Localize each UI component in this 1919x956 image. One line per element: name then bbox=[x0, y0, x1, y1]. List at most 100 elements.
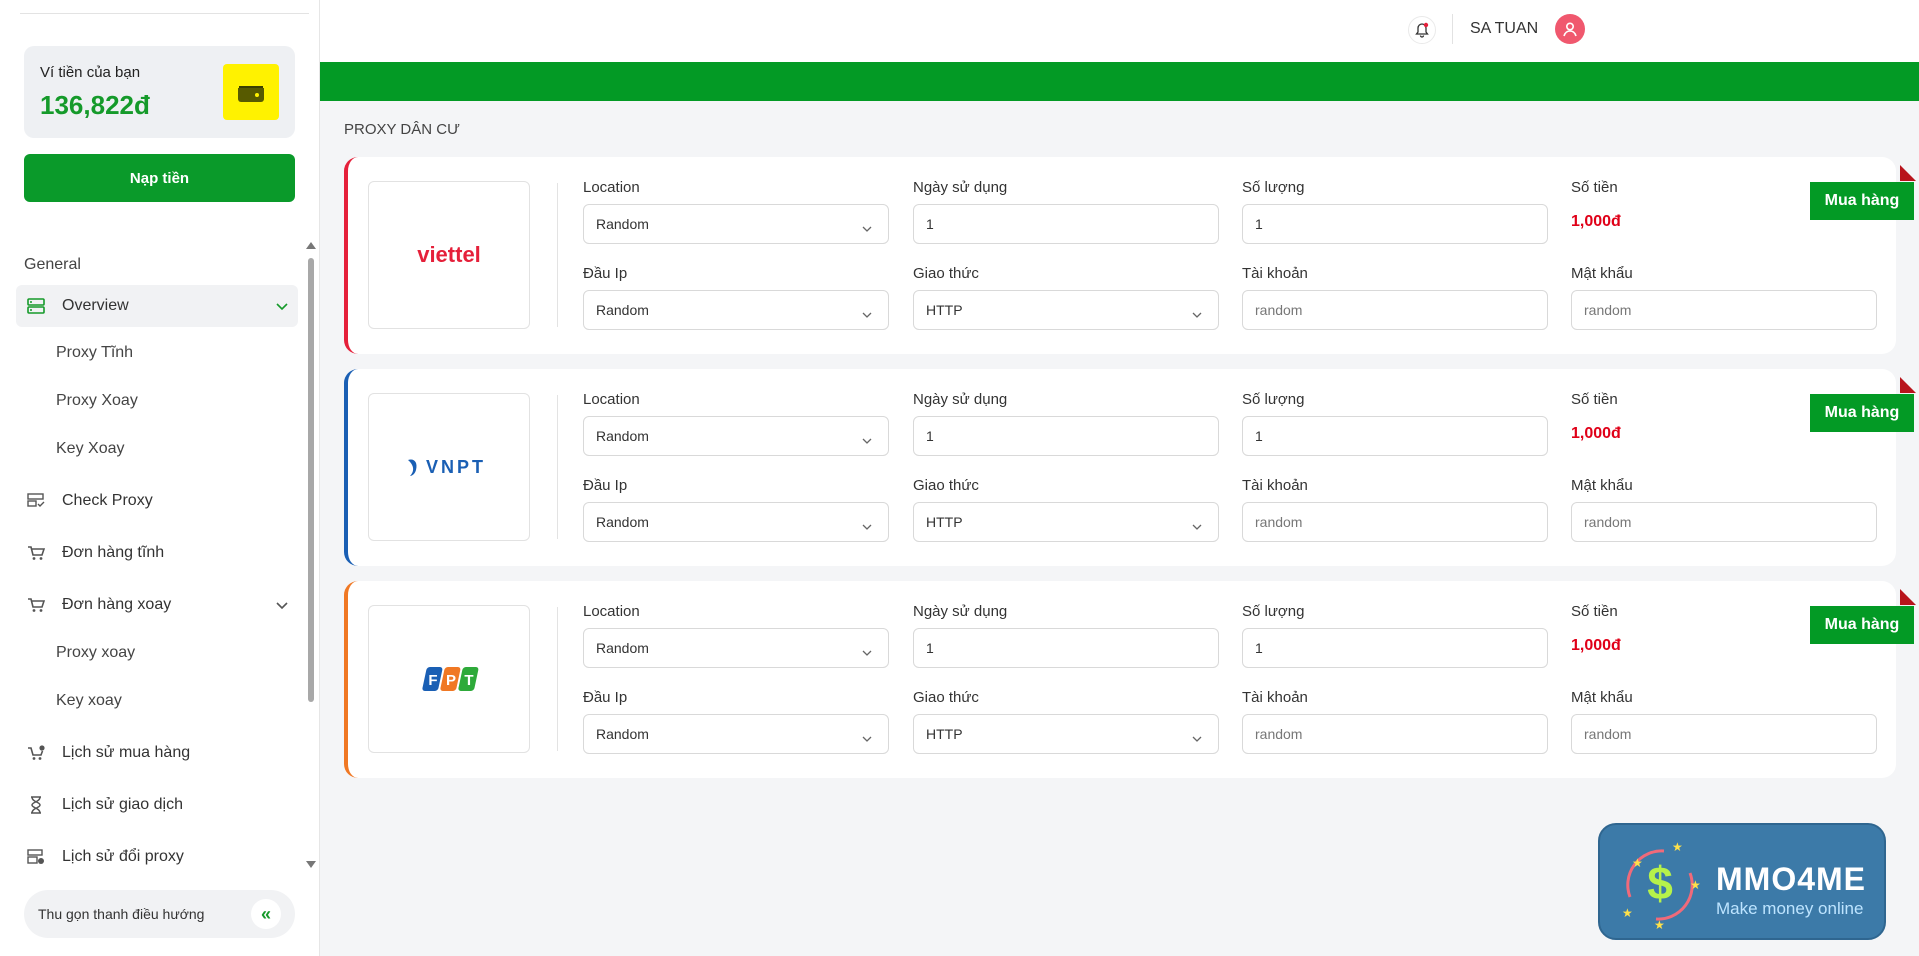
scroll-up-arrow-icon[interactable] bbox=[306, 242, 316, 249]
chevron-down-icon bbox=[862, 517, 872, 533]
protocol-select[interactable]: HTTP bbox=[913, 290, 1219, 330]
svg-text:★: ★ bbox=[1632, 856, 1643, 870]
protocol-value: HTTP bbox=[926, 726, 963, 742]
buy-button[interactable]: Mua hàng bbox=[1810, 606, 1914, 644]
page-title: PROXY DÂN CƯ bbox=[344, 121, 460, 138]
location-label: Location bbox=[583, 391, 640, 408]
svg-text:VNPT: VNPT bbox=[426, 457, 486, 477]
notification-bell-icon[interactable] bbox=[1408, 16, 1436, 44]
user-avatar-icon[interactable] bbox=[1555, 14, 1585, 44]
username[interactable]: SA TUAN bbox=[1470, 20, 1538, 38]
sidebar-item-label: Lịch sử mua hàng bbox=[62, 744, 191, 761]
protocol-select[interactable]: HTTP bbox=[913, 502, 1219, 542]
buy-button[interactable]: Mua hàng bbox=[1810, 182, 1914, 220]
location-select[interactable]: Random bbox=[583, 416, 889, 456]
product-card-vnpt: VNPT Location Random Ngày sử dụng 1 Số l… bbox=[344, 369, 1916, 566]
ip-prefix-label: Đầu Ip bbox=[583, 265, 628, 282]
divider bbox=[557, 183, 558, 327]
svg-text:★: ★ bbox=[1654, 918, 1665, 932]
sidebar-item-static-orders[interactable]: Đơn hàng tĩnh bbox=[16, 532, 298, 574]
protocol-select[interactable]: HTTP bbox=[913, 714, 1219, 754]
password-input[interactable]: random bbox=[1571, 290, 1877, 330]
password-label: Mật khẩu bbox=[1571, 477, 1633, 494]
sidebar-subitem-key-xoay[interactable]: Key Xoay bbox=[56, 434, 124, 464]
sidebar-subitem-proxy-xoay[interactable]: Proxy Xoay bbox=[56, 386, 138, 416]
account-input[interactable]: random bbox=[1242, 714, 1548, 754]
sidebar-item-label: Đơn hàng xoay bbox=[62, 596, 172, 613]
header-divider bbox=[1452, 14, 1453, 44]
ip-prefix-value: Random bbox=[596, 302, 649, 318]
collapse-sidebar-bar[interactable]: Thu gọn thanh điều hướng « bbox=[24, 890, 295, 938]
days-input[interactable]: 1 bbox=[913, 416, 1219, 456]
price-label: Số tiền bbox=[1571, 391, 1618, 408]
account-input[interactable]: random bbox=[1242, 502, 1548, 542]
product-card-viettel: viettel Location Random Ngày sử dụng 1 S… bbox=[344, 157, 1916, 354]
protocol-label: Giao thức bbox=[913, 477, 979, 494]
divider bbox=[557, 395, 558, 539]
sidebar-item-rotating-orders[interactable]: Đơn hàng xoay bbox=[16, 584, 298, 626]
product-card-fpt: F P T Location Random Ngày sử dụng 1 Số … bbox=[344, 581, 1916, 778]
sidebar-item-label: Lịch sử đổi proxy bbox=[62, 848, 184, 865]
topup-button[interactable]: Nạp tiền bbox=[24, 154, 295, 202]
price-label: Số tiền bbox=[1571, 179, 1618, 196]
price-value: 1,000đ bbox=[1571, 213, 1621, 230]
sidebar-item-transaction-history[interactable]: Lịch sử giao dịch bbox=[16, 784, 298, 826]
account-input[interactable]: random bbox=[1242, 290, 1548, 330]
days-input[interactable]: 1 bbox=[913, 628, 1219, 668]
sidebar-item-proxy-change-history[interactable]: Lịch sử đổi proxy bbox=[16, 836, 298, 870]
buy-button[interactable]: Mua hàng bbox=[1810, 394, 1914, 432]
quantity-input[interactable]: 1 bbox=[1242, 204, 1548, 244]
sidebar-subitem-proxy-tinh[interactable]: Proxy Tĩnh bbox=[56, 338, 133, 368]
ribbon-corner bbox=[1900, 589, 1916, 605]
location-label: Location bbox=[583, 603, 640, 620]
sidebar-item-check-proxy[interactable]: Check Proxy bbox=[16, 480, 298, 522]
price-value: 1,000đ bbox=[1571, 425, 1621, 442]
sidebar-item-overview[interactable]: Overview bbox=[16, 285, 298, 327]
quantity-input[interactable]: 1 bbox=[1242, 416, 1548, 456]
location-select[interactable]: Random bbox=[583, 204, 889, 244]
double-chevron-left-icon[interactable]: « bbox=[251, 899, 281, 929]
sidebar-item-label: Overview bbox=[62, 297, 129, 314]
password-label: Mật khẩu bbox=[1571, 689, 1633, 706]
sidebar-subitem-proxy-xoay-orders[interactable]: Proxy xoay bbox=[56, 638, 135, 668]
fpt-logo: F P T bbox=[368, 605, 530, 753]
location-value: Random bbox=[596, 216, 649, 232]
days-input[interactable]: 1 bbox=[913, 204, 1219, 244]
chevron-down-icon bbox=[862, 305, 872, 321]
location-select[interactable]: Random bbox=[583, 628, 889, 668]
wallet-card: Ví tiền của bạn 136,822đ bbox=[24, 46, 295, 138]
sidebar-scrollbar[interactable] bbox=[306, 242, 316, 868]
location-label: Location bbox=[583, 179, 640, 196]
ribbon-corner bbox=[1900, 165, 1916, 181]
svg-text:★: ★ bbox=[1622, 906, 1633, 920]
svg-text:F: F bbox=[428, 672, 437, 689]
server-icon bbox=[24, 294, 48, 318]
wallet-label: Ví tiền của bạn bbox=[40, 64, 141, 81]
quantity-label: Số lượng bbox=[1242, 603, 1305, 620]
svg-text:T: T bbox=[464, 672, 473, 689]
ip-prefix-select[interactable]: Random bbox=[583, 290, 889, 330]
quantity-label: Số lượng bbox=[1242, 179, 1305, 196]
chevron-down-icon bbox=[1192, 517, 1202, 533]
scrollbar-thumb[interactable] bbox=[308, 258, 314, 702]
chevron-down-icon bbox=[862, 431, 872, 447]
ip-prefix-select[interactable]: Random bbox=[583, 714, 889, 754]
sidebar-subitem-key-xoay-orders[interactable]: Key xoay bbox=[56, 686, 122, 716]
server-history-icon bbox=[24, 845, 48, 869]
quantity-input[interactable]: 1 bbox=[1242, 628, 1548, 668]
scroll-down-arrow-icon[interactable] bbox=[306, 861, 316, 868]
sidebar-item-label: Lịch sử giao dịch bbox=[62, 796, 183, 813]
sidebar-nav: General Overview Proxy Tĩnh Proxy Xoay K… bbox=[0, 250, 300, 870]
nav-section-title: General bbox=[24, 256, 81, 273]
protocol-label: Giao thức bbox=[913, 265, 979, 282]
chevron-down-icon bbox=[862, 643, 872, 659]
password-input[interactable]: random bbox=[1571, 714, 1877, 754]
sidebar-item-purchase-history[interactable]: Lịch sử mua hàng bbox=[16, 732, 298, 774]
sidebar-item-label: Đơn hàng tĩnh bbox=[62, 544, 165, 561]
svg-text:★: ★ bbox=[1690, 878, 1701, 892]
chevron-down-icon bbox=[862, 219, 872, 235]
sidebar: Ví tiền của bạn 136,822đ Nạp tiền Genera… bbox=[0, 0, 320, 956]
ip-prefix-select[interactable]: Random bbox=[583, 502, 889, 542]
chevron-down-icon bbox=[1192, 305, 1202, 321]
password-input[interactable]: random bbox=[1571, 502, 1877, 542]
